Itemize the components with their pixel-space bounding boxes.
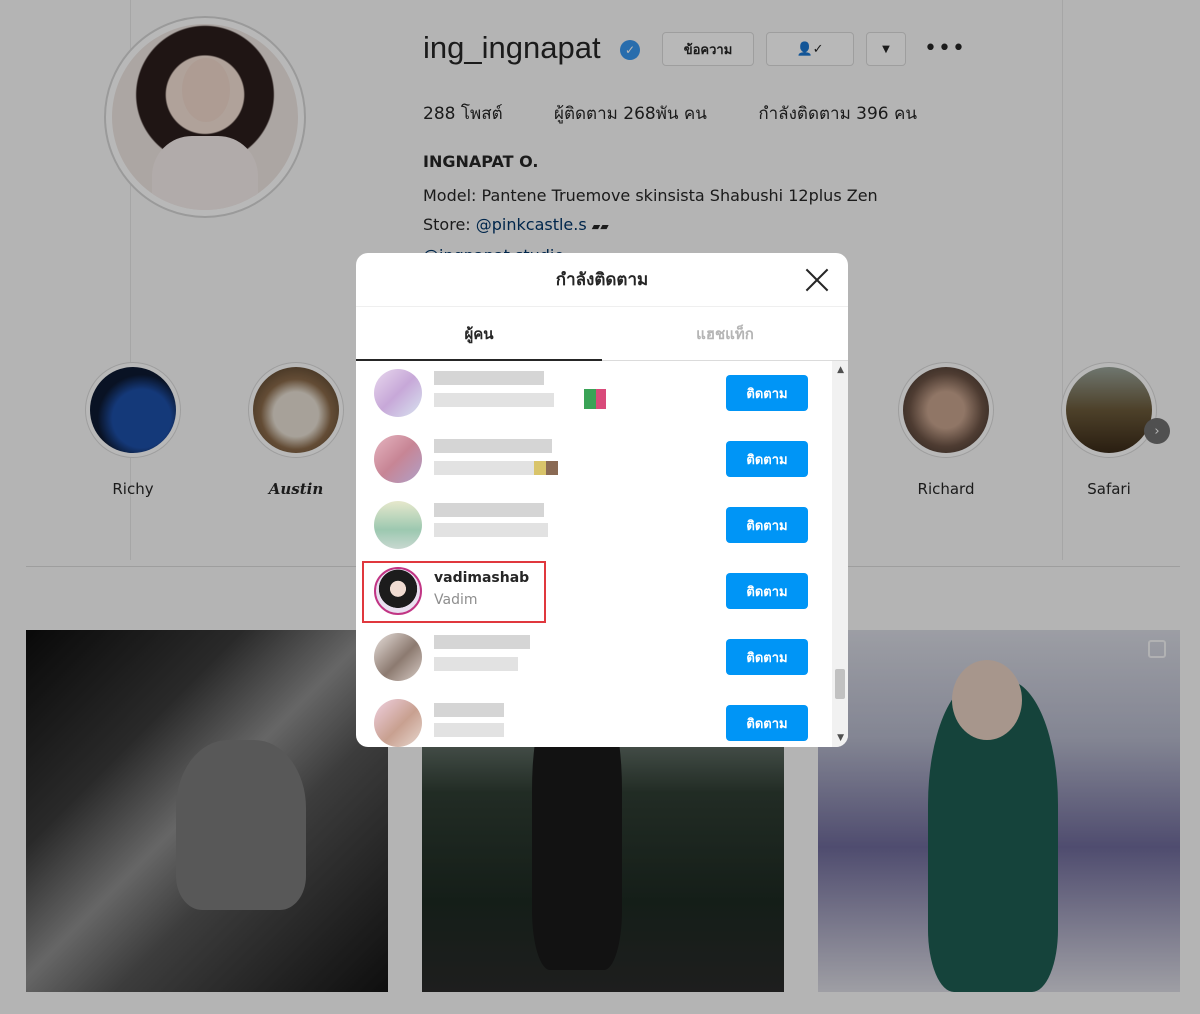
modal-header: กำลังติดตาม <box>356 253 848 307</box>
avatar[interactable] <box>374 369 422 417</box>
avatar[interactable] <box>374 435 422 483</box>
avatar[interactable] <box>374 633 422 681</box>
modal-tabs: ผู้คน แฮชแท็ก <box>356 307 848 361</box>
list-item[interactable]: ติดตาม <box>356 361 832 427</box>
follow-button[interactable]: ติดตาม <box>726 441 808 477</box>
avatar[interactable] <box>374 699 422 747</box>
highlight-box <box>362 561 546 623</box>
blurred-username <box>434 635 530 649</box>
blurred-name <box>434 523 548 537</box>
following-modal: กำลังติดตาม ผู้คน แฮชแท็ก ติดตาม ติดตาม <box>356 253 848 747</box>
follow-button[interactable]: ติดตาม <box>726 507 808 543</box>
tab-hashtags[interactable]: แฮชแท็ก <box>602 307 848 360</box>
scroll-up-icon[interactable]: ▲ <box>837 365 844 375</box>
blurred-name <box>434 461 534 475</box>
blurred-username <box>434 371 544 385</box>
blurred-name <box>434 393 554 407</box>
list-item[interactable]: ติดตาม <box>356 427 832 493</box>
blurred-username <box>434 439 552 453</box>
list-item[interactable]: ติดตาม <box>356 493 832 559</box>
follow-button[interactable]: ติดตาม <box>726 375 808 411</box>
scrollbar-thumb[interactable] <box>835 669 845 699</box>
scroll-down-icon[interactable]: ▼ <box>837 733 844 743</box>
avatar[interactable] <box>374 501 422 549</box>
list-item[interactable]: vadimashab Vadim ติดตาม <box>356 559 832 625</box>
blurred-name <box>434 657 518 671</box>
tab-people[interactable]: ผู้คน <box>356 307 602 360</box>
list-item[interactable]: ติดตาม <box>356 691 832 747</box>
blurred-username <box>434 503 544 517</box>
modal-title: กำลังติดตาม <box>555 270 649 290</box>
close-icon[interactable] <box>802 265 832 295</box>
follow-button[interactable]: ติดตาม <box>726 573 808 609</box>
blurred-name <box>434 723 504 737</box>
follow-button[interactable]: ติดตาม <box>726 705 808 741</box>
blurred-username <box>434 703 504 717</box>
list-item[interactable]: ติดตาม <box>356 625 832 691</box>
follow-button[interactable]: ติดตาม <box>726 639 808 675</box>
following-list: ติดตาม ติดตาม ติดตาม vadimashab Vadim ติ… <box>356 361 848 747</box>
